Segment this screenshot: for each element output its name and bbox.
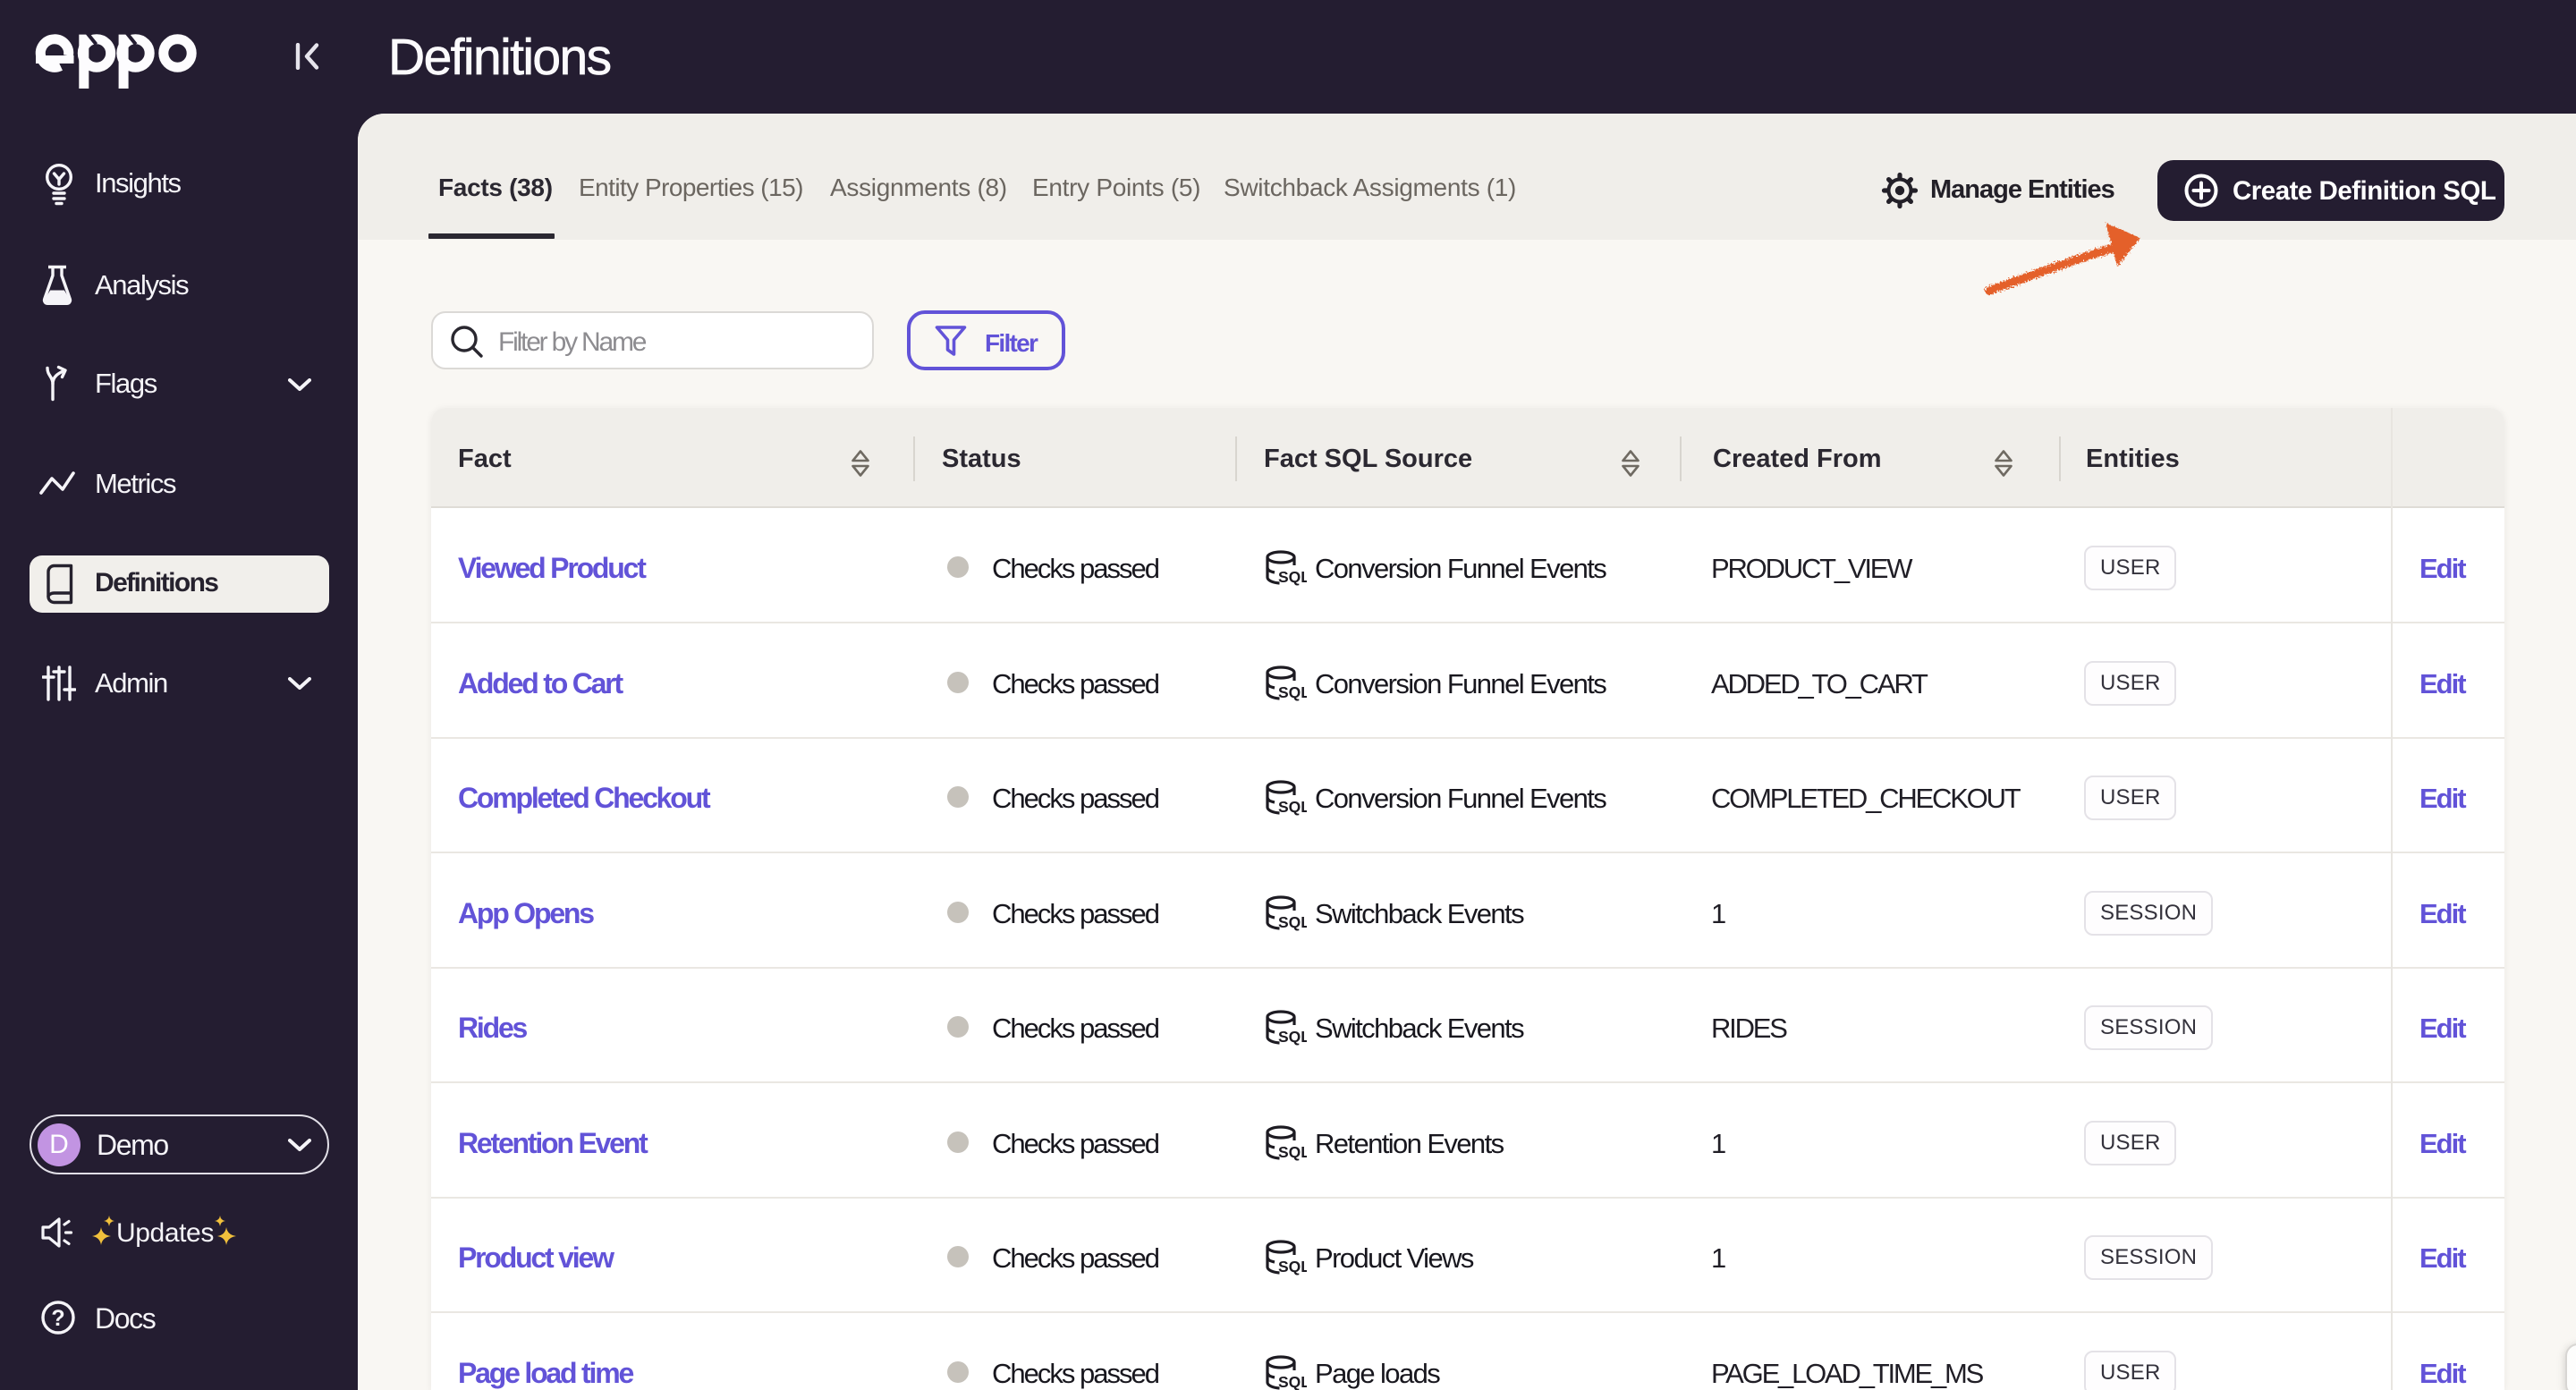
svg-text:?: ? <box>51 1306 64 1331</box>
